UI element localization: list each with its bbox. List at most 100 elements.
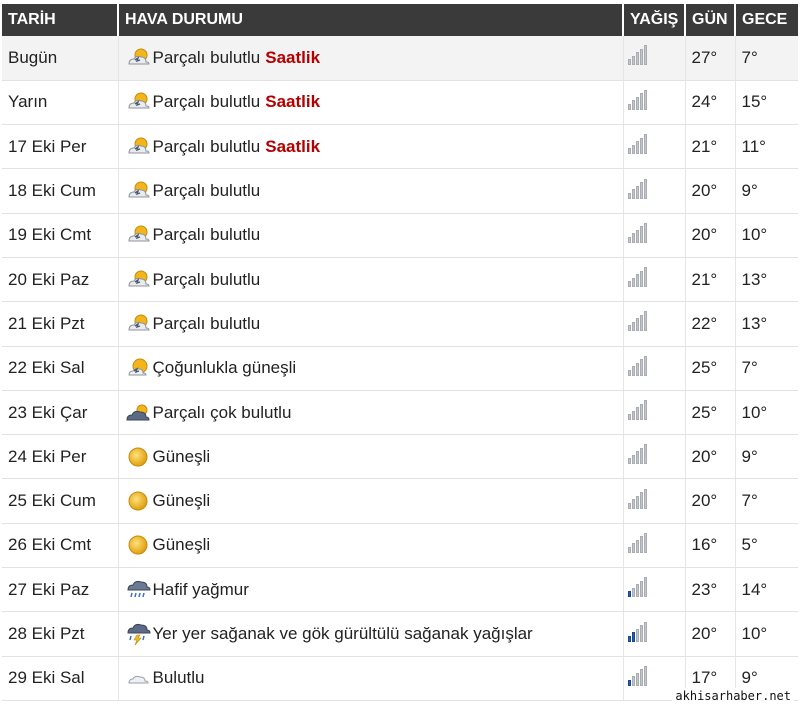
date-cell: 24 Eki Per [2, 434, 119, 480]
rain-bar [639, 403, 643, 421]
header-condition: HAVA DURUMU [118, 4, 624, 36]
table-row[interactable]: 19 Eki Cmt Parçalı bulutlu 20° 10° [2, 213, 798, 258]
rain-level-indicator [627, 89, 647, 110]
rain-bar [639, 625, 643, 642]
night-temp-cell: 14° [735, 567, 798, 613]
condition-text: Parçalı bulutlu [152, 181, 261, 201]
partly-cloudy-icon [125, 90, 151, 114]
rain-level-indicator [627, 488, 647, 509]
sun-icon [125, 489, 151, 513]
day-temp-cell: 20° [685, 478, 736, 524]
table-row[interactable]: 21 Eki Pzt Parçalı bulutlu 22° 13° [2, 301, 798, 347]
condition-cell: Güneşli [118, 434, 624, 480]
table-row[interactable]: Bugün Parçalı bulutlu Saatlik 27° 7° [2, 36, 798, 81]
condition-text: Parçalı bulutlu [152, 92, 261, 112]
rain-level-indicator [627, 532, 647, 553]
night-temp-cell: 9° [735, 168, 798, 214]
night-temp-cell: 10° [735, 611, 798, 657]
rain-level-indicator [627, 400, 647, 421]
header-night: GECE [735, 4, 798, 36]
rain-bar [643, 134, 647, 155]
day-temp-cell: 22° [685, 301, 736, 347]
rain-bar [635, 584, 639, 598]
condition-text: Hafif yağmur [152, 579, 249, 599]
rain-bar [643, 532, 647, 553]
day-temp-cell: 24° [685, 80, 736, 126]
day-temp-cell: 23° [685, 567, 736, 613]
rain-bar [631, 543, 635, 553]
rain-bar [639, 48, 643, 66]
table-row[interactable]: 28 Eki Pzt Yer yer sağanak ve gök gürültü… [2, 611, 798, 657]
table-body: Bugün Parçalı bulutlu Saatlik 27° 7° Yarın Par… [2, 36, 798, 701]
date-cell: 25 Eki Cum [2, 478, 119, 524]
rain-cell [623, 301, 686, 347]
hourly-link[interactable]: Saatlik [265, 137, 320, 157]
table-row[interactable]: 20 Eki Paz Parçalı bulutlu 21° 13° [2, 257, 798, 303]
rain-bar [627, 103, 631, 110]
rain-bar [627, 148, 631, 155]
table-row[interactable]: 17 Eki Per Parçalı bulutlu Saatlik 21° 11° [2, 124, 798, 170]
partly-cloudy-icon [125, 46, 151, 70]
rain-bar [631, 144, 635, 155]
rain-bar [627, 546, 631, 553]
night-temp-cell: 13° [735, 301, 798, 347]
hourly-link[interactable]: Saatlik [265, 48, 320, 68]
mostly-sunny-icon [125, 356, 151, 380]
thunderstorm-icon [125, 622, 151, 646]
hourly-link[interactable]: Saatlik [265, 92, 320, 112]
partly-cloudy-icon [125, 223, 151, 247]
date-cell: 26 Eki Cmt [2, 523, 119, 569]
condition-text: Parçalı bulutlu [152, 225, 261, 245]
cloudy-icon [125, 666, 151, 690]
table-row[interactable]: 23 Eki Çar Parçalı çok bulutlu 25° 10° [2, 390, 798, 436]
rain-cell [623, 346, 686, 391]
forecast-table: TARİH HAVA DURUMU YAĞIŞ GÜN GECE Bugün Pa… [2, 4, 798, 701]
date-cell: 22 Eki Sal [2, 346, 119, 391]
condition-cell: Hafif yağmur [118, 567, 624, 613]
rain-cell [623, 567, 686, 613]
table-row[interactable]: 26 Eki Cmt Güneşli 16° 5° [2, 523, 798, 569]
condition-text: Parçalı çok bulutlu [152, 402, 292, 422]
night-temp-cell: 7° [735, 346, 798, 391]
rain-level-indicator [627, 577, 647, 598]
condition-text: Parçalı bulutlu [152, 313, 261, 333]
condition-text: Parçalı bulutlu [152, 136, 261, 156]
rain-level-indicator [627, 665, 647, 686]
rain-bar [635, 495, 639, 509]
rain-bar [635, 318, 639, 332]
rain-level-indicator [627, 621, 647, 642]
rain-bar [631, 676, 635, 686]
rain-bar [631, 366, 635, 376]
rain-bar [627, 679, 631, 686]
rain-bar [635, 274, 639, 288]
day-temp-cell: 20° [685, 611, 736, 657]
table-row[interactable]: 18 Eki Cum Parçalı bulutlu 20° 9° [2, 168, 798, 214]
condition-cell: Parçalı çok bulutlu [118, 390, 624, 436]
rain-bar [635, 141, 639, 155]
condition-cell: Parçalı bulutlu [118, 301, 624, 347]
table-row[interactable]: 27 Eki Paz Hafif yağmur 23° 14° [2, 567, 798, 613]
table-row[interactable]: 25 Eki Cum Güneşli 20° 7° [2, 478, 798, 524]
rain-bar [635, 539, 639, 553]
day-temp-cell: 20° [685, 213, 736, 258]
date-cell: 28 Eki Pzt [2, 611, 119, 657]
date-cell: 19 Eki Cmt [2, 213, 119, 258]
rain-level-indicator [627, 45, 647, 66]
rain-bar [631, 587, 635, 598]
header-day: GÜN [685, 4, 736, 36]
condition-cell: Bulutlu [118, 656, 624, 701]
day-temp-cell: 25° [685, 346, 736, 391]
rain-bar [639, 536, 643, 553]
table-row[interactable]: 22 Eki Sal Çoğunlukla güneşli 25° 7° [2, 346, 798, 391]
table-header: TARİH HAVA DURUMU YAĞIŞ GÜN GECE [2, 4, 798, 36]
rain-bar [631, 499, 635, 509]
condition-cell: Parçalı bulutlu [118, 257, 624, 303]
rain-bar [643, 45, 647, 66]
rain-cell [623, 36, 686, 81]
rain-bar [643, 178, 647, 199]
rain-bar [635, 229, 639, 243]
table-row[interactable]: 24 Eki Per Güneşli 20° 9° [2, 434, 798, 480]
rain-cell [623, 390, 686, 436]
table-row[interactable]: Yarın Parçalı bulutlu Saatlik 24° 15° [2, 80, 798, 126]
rain-bar [639, 314, 643, 332]
